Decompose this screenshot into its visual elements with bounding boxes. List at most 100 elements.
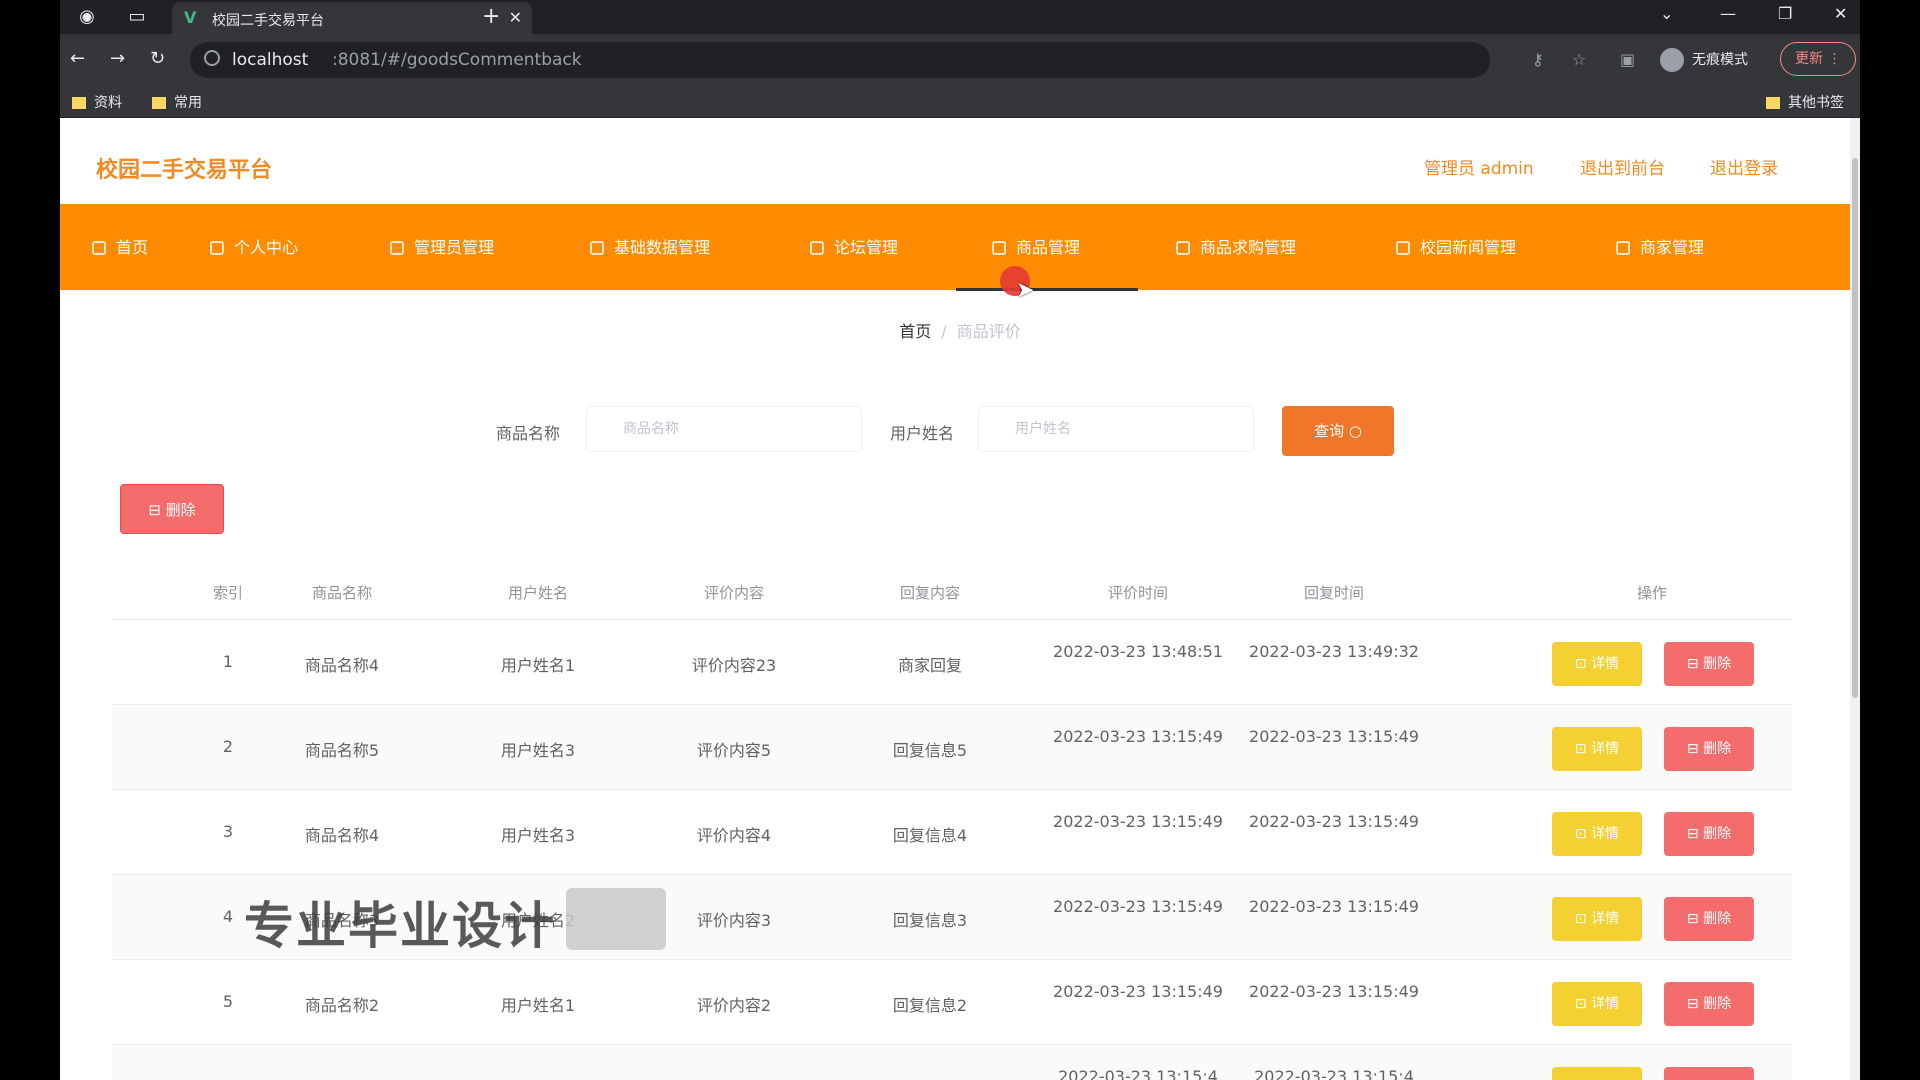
menu-icon	[210, 241, 224, 255]
menu-item-merchants[interactable]: 商家管理	[1616, 234, 1704, 258]
cell-comment-time: 2022-03-23 13:15:49	[1053, 812, 1223, 831]
vue-favicon-icon: V	[184, 8, 197, 27]
active-menu-underline	[956, 288, 1138, 291]
menu-label: 个人中心	[234, 238, 299, 257]
delete-button[interactable]: ⊟ 删除	[1664, 727, 1754, 771]
bookmark-folder-1[interactable]: 资料	[72, 92, 122, 112]
col-index: 索引	[212, 584, 243, 602]
cell-index: 5	[222, 992, 234, 1011]
menu-item-forum[interactable]: 论坛管理	[810, 234, 898, 258]
query-button[interactable]: 查询 ○	[1282, 406, 1394, 456]
star-icon[interactable]: ☆	[1572, 50, 1586, 69]
bookmarks-bar: 资料 常用 其他书签	[60, 86, 1860, 118]
cell-goods: 商品名称4	[304, 656, 380, 675]
cell-comment: 评价内容23	[691, 656, 777, 675]
menu-item-news[interactable]: 校园新闻管理	[1396, 234, 1516, 258]
delete-button[interactable]: ⊟ 删除	[1664, 642, 1754, 686]
delete-button[interactable]: ⊟ 删除	[1664, 897, 1754, 941]
back-icon[interactable]: ←	[70, 48, 85, 69]
menu-item-basic-data[interactable]: 基础数据管理	[590, 234, 710, 258]
main-menu: 首页 个人中心 管理员管理 基础数据管理 论坛管理 商品管理 商品求购管理 校园…	[60, 204, 1860, 290]
menu-icon	[1616, 241, 1630, 255]
cell-comment: 评价内容4	[696, 826, 772, 845]
cell-reply: 回复信息3	[892, 911, 968, 930]
update-label: 更新	[1795, 51, 1823, 67]
bookmark-label: 资料	[94, 95, 122, 111]
tab-strip: ◉ ▭ V 校园二手交易平台 ✕ + ⌄ — ❐ ✕	[60, 0, 1860, 34]
detail-button[interactable]: ⊡ 详情	[1552, 897, 1642, 941]
cell-reply: 回复信息2	[892, 996, 968, 1015]
menu-item-admins[interactable]: 管理员管理	[390, 234, 494, 258]
table-row: 1 商品名称4 用户姓名1 评价内容23 商家回复 2022-03-23 13:48:51…	[112, 620, 1792, 705]
breadcrumb: 首页 / 商品评价	[60, 318, 1860, 342]
delete-button[interactable]	[1664, 1067, 1754, 1080]
detail-button[interactable]: ⊡ 详情	[1552, 982, 1642, 1026]
minimize-icon[interactable]: —	[1720, 4, 1736, 23]
scrollbar-thumb[interactable]	[1852, 158, 1858, 698]
bookmark-folder-2[interactable]: 常用	[152, 92, 202, 112]
table-row: 5 商品名称2 用户姓名1 评价内容2 回复信息2 2022-03-23 13:15:49…	[112, 960, 1792, 1045]
screen: ◉ ▭ V 校园二手交易平台 ✕ + ⌄ — ❐ ✕ ← → ↻ localho…	[0, 0, 1920, 1080]
close-window-icon[interactable]: ✕	[1834, 4, 1847, 23]
cell-comment-time: 2022-03-23 13:15:49	[1053, 727, 1223, 746]
close-tab-icon[interactable]: ✕	[509, 8, 522, 27]
cell-reply-time: 2022-03-23 13:15:49	[1249, 897, 1419, 916]
app-header: 校园二手交易平台 管理员 admin 退出到前台 退出登录	[60, 118, 1860, 204]
other-bookmarks[interactable]: 其他书签	[1766, 92, 1844, 112]
sidebar-icon[interactable]: ▣	[1620, 50, 1635, 69]
cell-user: 用户姓名3	[500, 741, 576, 760]
reload-icon[interactable]: ↻	[150, 48, 165, 69]
table-body: 1 商品名称4 用户姓名1 评价内容23 商家回复 2022-03-23 13:48:51…	[112, 620, 1792, 1080]
detail-button[interactable]: ⊡ 详情	[1552, 727, 1642, 771]
menu-label: 管理员管理	[414, 238, 495, 257]
browser-tab[interactable]: V 校园二手交易平台 ✕	[172, 2, 532, 34]
chevron-down-icon[interactable]: ⌄	[1660, 4, 1673, 23]
cell-reply-time: 2022-03-23 13:15:4	[1254, 1067, 1414, 1080]
detail-button[interactable]: ⊡ 详情	[1552, 812, 1642, 856]
breadcrumb-current: 商品评价	[956, 322, 1021, 341]
menu-item-goods[interactable]: 商品管理	[992, 234, 1080, 258]
table-row-partial: 2022-03-23 13:15:4 2022-03-23 13:15:4	[112, 1045, 1792, 1080]
menu-label: 校园新闻管理	[1420, 238, 1517, 257]
cell-goods: 商品名称4	[304, 826, 380, 845]
breadcrumb-home[interactable]: 首页	[899, 322, 931, 341]
detail-button[interactable]	[1552, 1067, 1642, 1080]
info-icon[interactable]	[204, 50, 220, 66]
menu-item-profile[interactable]: 个人中心	[210, 234, 298, 258]
menu-label: 商品管理	[1016, 238, 1081, 257]
page-scrollbar[interactable]	[1850, 118, 1860, 1080]
mouse-cursor-icon: ➤	[1016, 278, 1035, 303]
delete-button[interactable]: ⊟ 删除	[1664, 982, 1754, 1026]
incognito-label: 无痕模式	[1692, 52, 1748, 68]
menu-item-wanted[interactable]: 商品求购管理	[1176, 234, 1296, 258]
exit-to-front-link[interactable]: 退出到前台	[1580, 154, 1665, 179]
restore-icon[interactable]: ❐	[1778, 4, 1792, 23]
col-comment-time: 评价时间	[1107, 584, 1168, 602]
watermark-blur	[566, 888, 666, 950]
cell-reply-time: 2022-03-23 13:15:49	[1249, 812, 1419, 831]
brand-title: 校园二手交易平台	[96, 158, 273, 183]
menu-item-home[interactable]: 首页	[92, 234, 148, 258]
new-tab-icon[interactable]: +	[482, 4, 500, 29]
detail-button[interactable]: ⊡ 详情	[1552, 642, 1642, 686]
menu-label: 首页	[116, 238, 149, 257]
cell-user: 用户姓名1	[500, 656, 576, 675]
batch-delete-button[interactable]: ⊟ 删除	[120, 484, 224, 534]
logout-link[interactable]: 退出登录	[1710, 154, 1778, 179]
menu-icon	[1176, 241, 1190, 255]
url-host: localhost	[232, 50, 309, 70]
update-button[interactable]: 更新 ⋮	[1780, 42, 1856, 76]
key-icon[interactable]: ⚷	[1532, 50, 1544, 69]
goods-name-label: 商品名称	[496, 424, 561, 443]
other-bookmarks-label: 其他书签	[1788, 95, 1844, 111]
incognito-indicator[interactable]: 无痕模式	[1660, 48, 1748, 72]
address-bar[interactable]: localhost :8081/#/goodsCommentback	[190, 42, 1490, 78]
bookmark-label: 常用	[174, 95, 202, 111]
user-name-input[interactable]: 用户姓名	[978, 406, 1254, 452]
admin-label: 管理员 admin	[1424, 159, 1534, 179]
tab-overview-icon[interactable]: ▭	[126, 6, 148, 28]
goods-name-input[interactable]: 商品名称	[586, 406, 862, 452]
forward-icon[interactable]: →	[110, 48, 125, 69]
globe-icon[interactable]: ◉	[76, 6, 98, 28]
delete-button[interactable]: ⊟ 删除	[1664, 812, 1754, 856]
